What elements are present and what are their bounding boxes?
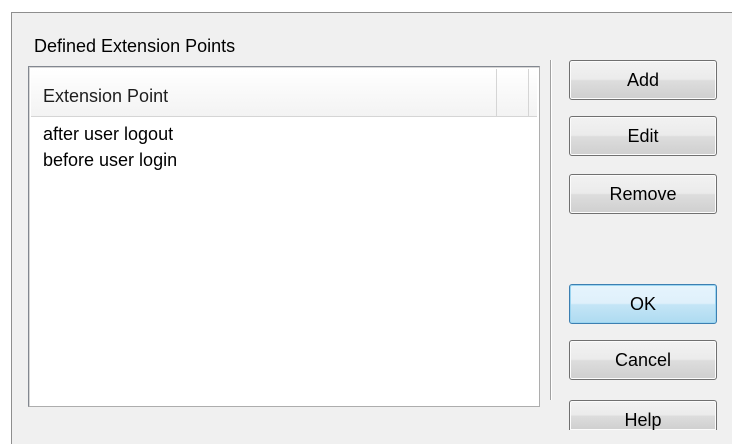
help-button[interactable]: Help: [569, 400, 717, 430]
column-header-filler[interactable]: [497, 69, 529, 116]
listview-body: after user logout before user login: [31, 121, 537, 173]
list-item[interactable]: before user login: [31, 147, 537, 173]
list-item[interactable]: after user logout: [31, 121, 537, 147]
column-header-label: Extension Point: [43, 86, 169, 106]
remove-button[interactable]: Remove: [569, 174, 717, 214]
cancel-button[interactable]: Cancel: [569, 340, 717, 380]
listview-header: Extension Point: [31, 69, 537, 117]
edit-button[interactable]: Edit: [569, 116, 717, 156]
column-header-extension-point[interactable]: Extension Point: [31, 69, 497, 116]
vertical-separator: [550, 60, 551, 400]
extension-points-group-label: Defined Extension Points: [34, 36, 236, 56]
ok-button[interactable]: OK: [569, 284, 717, 324]
dialog-window: Defined Extension Points Extension Point…: [0, 0, 732, 444]
extension-points-listview[interactable]: Extension Point after user logout before…: [28, 66, 540, 407]
add-button[interactable]: Add: [569, 60, 717, 100]
